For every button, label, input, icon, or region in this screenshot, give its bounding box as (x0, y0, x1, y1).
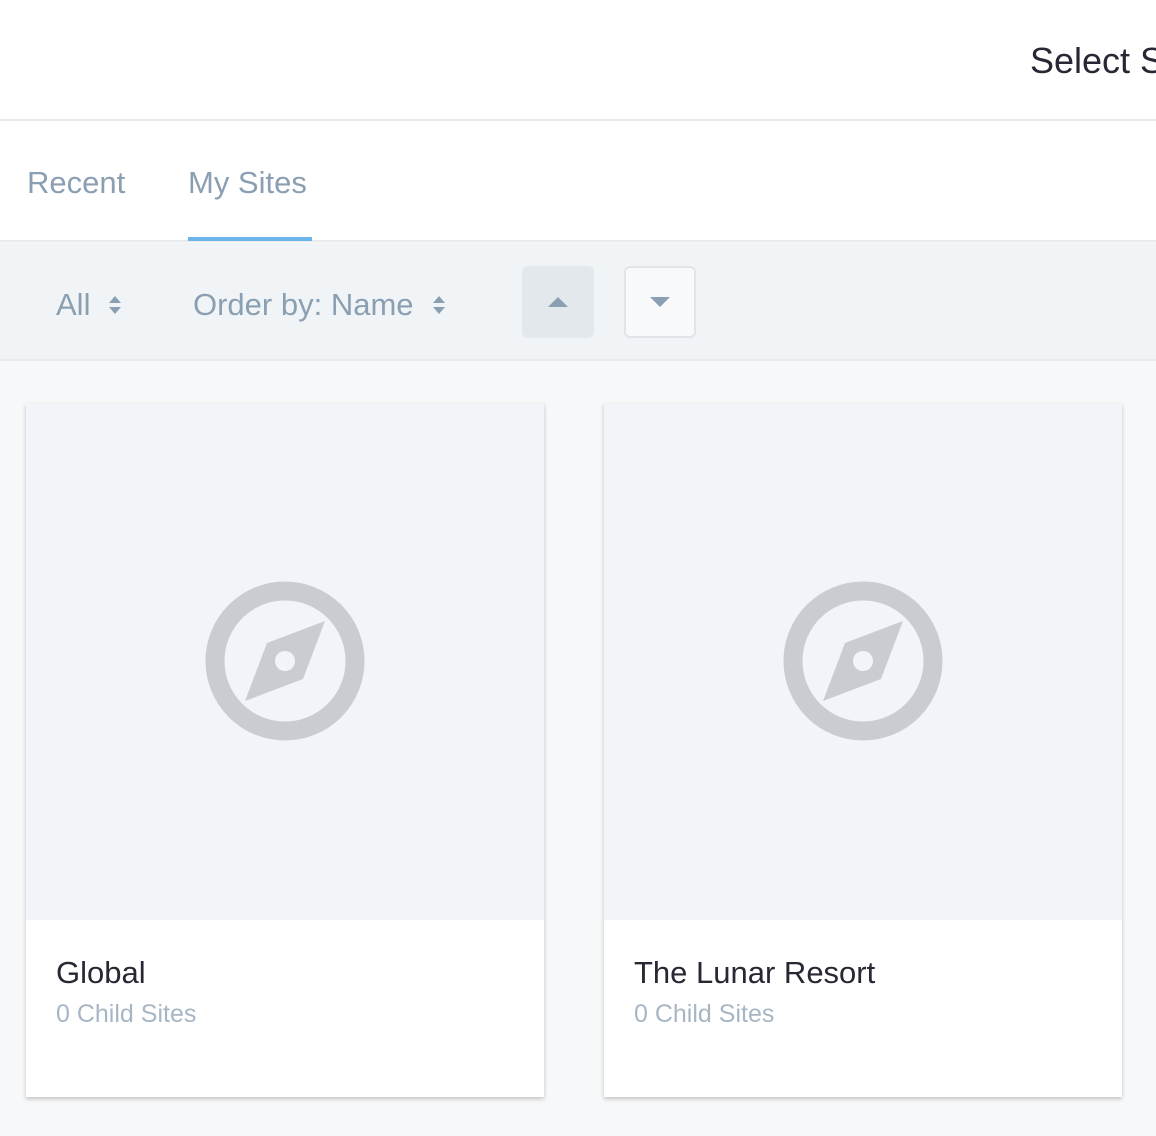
child-sites-count: 0 Child Sites (56, 1000, 197, 1028)
site-card-image (604, 403, 1122, 920)
sort-descending-button[interactable] (624, 266, 696, 338)
filter-dropdown[interactable]: All (56, 287, 122, 323)
site-card[interactable]: Global 0 Child Sites (26, 403, 544, 1097)
tab-bar: Recent My Sites (0, 121, 1156, 242)
management-toolbar: All Order by: Name (0, 243, 1156, 361)
modal-header: Select S (0, 0, 1156, 121)
order-by-label: Order by: Name (193, 287, 414, 322)
tab-recent[interactable]: Recent (27, 165, 125, 201)
sort-updown-icon (108, 294, 122, 316)
site-card[interactable]: The Lunar Resort 0 Child Sites (604, 403, 1122, 1097)
compass-icon (205, 581, 365, 741)
triangle-up-icon (548, 297, 568, 307)
modal-title: Select S (1030, 40, 1156, 81)
site-name: The Lunar Resort (634, 955, 876, 990)
active-tab-indicator (188, 237, 312, 241)
triangle-down-icon (650, 297, 670, 307)
child-sites-count: 0 Child Sites (634, 1000, 775, 1028)
filter-label: All (56, 287, 91, 322)
sort-ascending-button[interactable] (522, 266, 594, 338)
sort-updown-icon (432, 294, 446, 316)
compass-icon (783, 581, 943, 741)
site-card-image (26, 403, 544, 920)
tab-my-sites[interactable]: My Sites (188, 165, 307, 201)
order-by-dropdown[interactable]: Order by: Name (193, 287, 446, 323)
site-name: Global (56, 955, 146, 990)
